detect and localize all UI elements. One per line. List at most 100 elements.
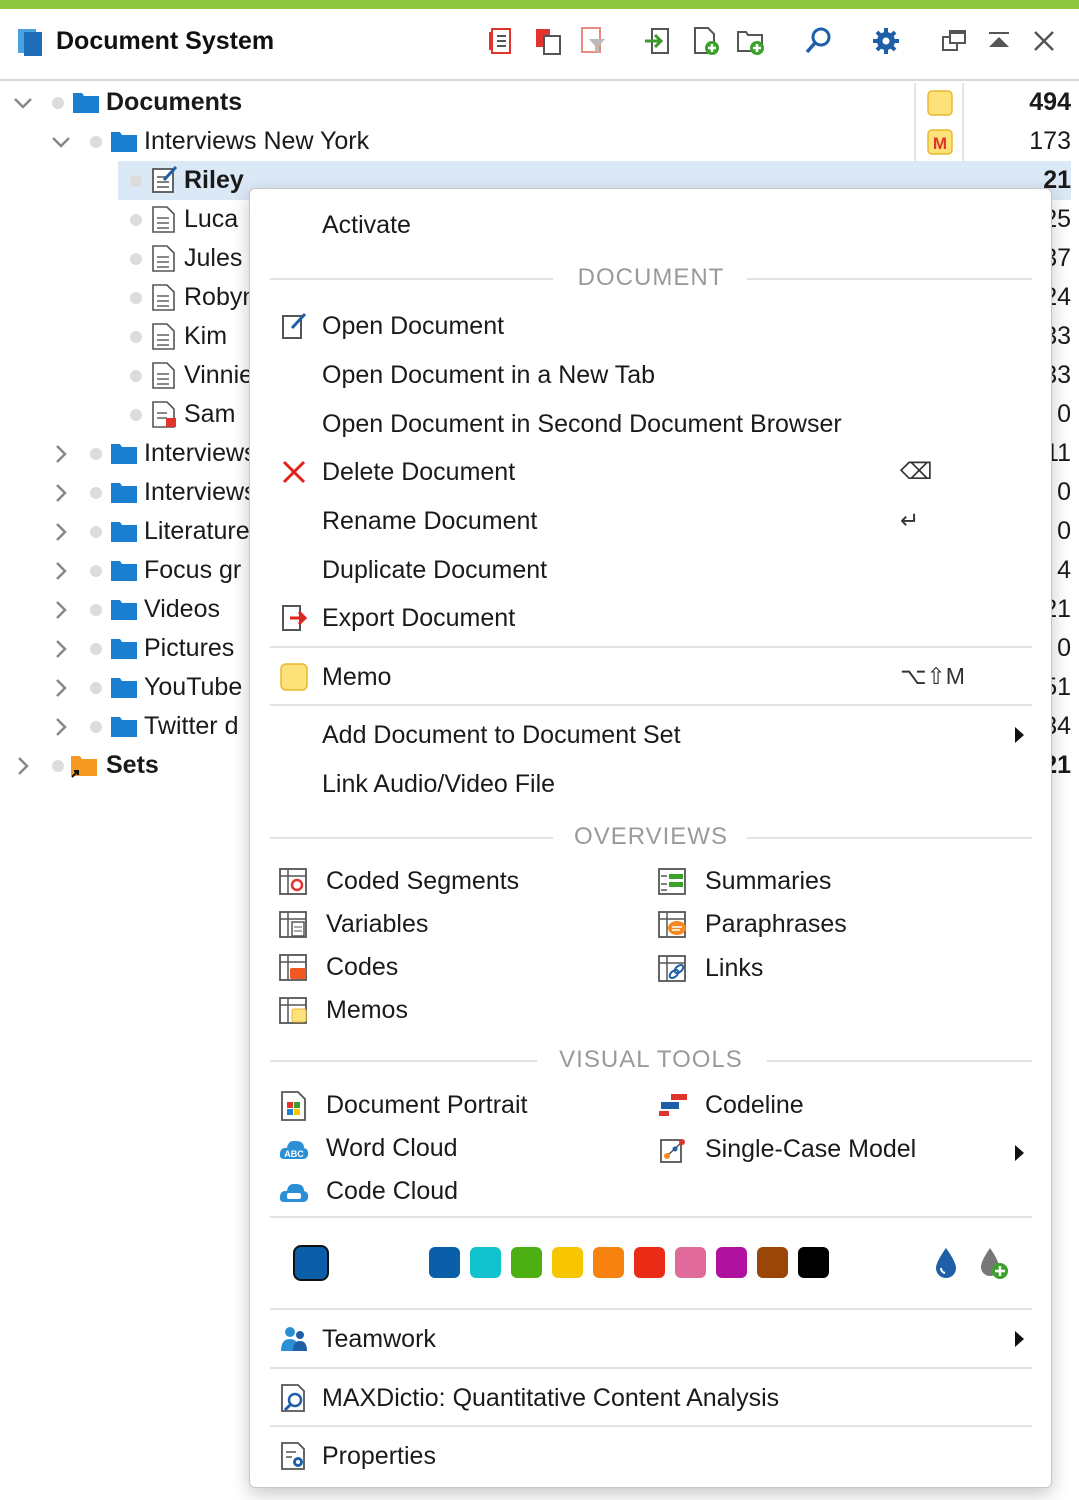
new-document-icon[interactable] <box>688 23 724 59</box>
chevron-right-icon[interactable] <box>50 560 72 582</box>
coded-count: 0 <box>1057 400 1071 428</box>
svg-text:ABC: ABC <box>284 1149 304 1159</box>
menu-item-properties[interactable]: Properties <box>250 1433 1053 1479</box>
menu-item-rename-document[interactable]: Rename Document ↵ <box>250 498 1053 544</box>
tree-label: Vinnie <box>184 361 254 389</box>
menu-item-open-second-browser[interactable]: Open Document in Second Document Browser <box>250 401 1053 447</box>
status-dot <box>90 721 102 733</box>
menu-item-activate[interactable]: Activate <box>250 202 1053 248</box>
collapse-icon[interactable] <box>981 23 1017 59</box>
document-icon <box>152 323 175 350</box>
close-icon[interactable] <box>1026 23 1062 59</box>
submenu-arrow-icon <box>1015 1331 1024 1347</box>
submenu-arrow-icon <box>1015 1145 1024 1161</box>
folder-icon <box>111 444 137 464</box>
new-folder-icon[interactable] <box>733 23 769 59</box>
coded-count: 0 <box>1057 478 1071 506</box>
menu-item-maxdictio[interactable]: MAXDictio: Quantitative Content Analysis <box>250 1375 1053 1421</box>
tree-label: Twitter d <box>144 712 239 740</box>
chevron-down-icon[interactable] <box>50 131 72 153</box>
coded-count: 0 <box>1057 634 1071 662</box>
teamwork-icon <box>281 1327 307 1351</box>
menu-item-label: Memo <box>322 663 392 691</box>
add-color-icon[interactable] <box>976 1246 1010 1280</box>
color-swatch[interactable] <box>552 1247 583 1278</box>
color-swatch[interactable] <box>634 1247 665 1278</box>
chevron-right-icon[interactable] <box>50 716 72 738</box>
menu-item-export-document[interactable]: Export Document <box>250 595 1053 641</box>
menu-item-label: Codes <box>326 953 399 981</box>
undock-icon[interactable] <box>936 23 972 59</box>
docs-list-icon[interactable] <box>484 23 520 59</box>
export-icon <box>282 605 308 631</box>
document-icon <box>152 245 175 272</box>
menu-item-memo[interactable]: Memo ⌥⇧M <box>250 654 1053 700</box>
menu-item-duplicate-document[interactable]: Duplicate Document <box>250 547 1053 593</box>
tree-row-documents[interactable]: Documents 494 <box>0 83 1079 122</box>
menu-item-open-new-tab[interactable]: Open Document in a New Tab <box>250 352 1053 398</box>
chevron-right-icon[interactable] <box>50 482 72 504</box>
status-dot <box>90 526 102 538</box>
chevron-down-icon[interactable] <box>12 92 34 114</box>
menu-separator <box>270 646 1032 648</box>
menu-item-teamwork[interactable]: Teamwork <box>250 1316 1053 1362</box>
tree-label: Interviews <box>144 439 257 467</box>
document-system-icon <box>18 29 42 56</box>
chevron-right-icon[interactable] <box>50 638 72 660</box>
filter-docs-icon[interactable] <box>575 23 611 59</box>
search-icon[interactable] <box>800 23 836 59</box>
memo-icon <box>280 663 308 691</box>
color-swatch[interactable] <box>593 1247 624 1278</box>
menu-item-label: Open Document <box>322 312 505 340</box>
menu-item-label: Properties <box>322 1442 436 1470</box>
copy-docs-icon[interactable] <box>530 23 566 59</box>
folder-icon <box>111 678 137 698</box>
settings-icon[interactable] <box>868 23 904 59</box>
folder-icon <box>111 600 137 620</box>
delete-x-icon <box>282 460 306 484</box>
tree-label: Literature <box>144 517 250 545</box>
memo-icon[interactable] <box>926 89 954 117</box>
color-swatch[interactable] <box>798 1247 829 1278</box>
status-dot <box>130 253 142 265</box>
single-case-model-icon <box>660 1139 685 1163</box>
color-swatch[interactable] <box>429 1247 460 1278</box>
chevron-right-icon[interactable] <box>50 677 72 699</box>
menu-item-delete-document[interactable]: Delete Document ⌫ <box>250 449 1053 495</box>
document-icon <box>152 206 175 233</box>
menu-item-label: Export Document <box>322 604 516 632</box>
status-dot <box>90 565 102 577</box>
section-title: VISUAL TOOLS <box>559 1046 743 1073</box>
status-dot <box>130 175 142 187</box>
chevron-right-icon[interactable] <box>50 443 72 465</box>
import-icon[interactable] <box>640 23 676 59</box>
open-document-icon <box>282 312 307 339</box>
folder-icon <box>111 561 137 581</box>
menu-item-label: Summaries <box>705 867 832 895</box>
chevron-right-icon[interactable] <box>50 521 72 543</box>
tree-label: Documents <box>106 88 243 116</box>
word-cloud-icon: ABC <box>279 1140 309 1159</box>
tree-label: Sets <box>106 751 159 779</box>
color-swatch[interactable] <box>675 1247 706 1278</box>
current-color-swatch[interactable] <box>293 1245 329 1281</box>
color-swatch[interactable] <box>757 1247 788 1278</box>
menu-item-open-document[interactable]: Open Document <box>250 303 1053 349</box>
color-swatch[interactable] <box>716 1247 747 1278</box>
section-header-visual-tools: VISUAL TOOLS <box>270 1046 1032 1076</box>
memo-m-icon[interactable]: M <box>926 128 954 156</box>
menu-item-link-av[interactable]: Link Audio/Video File <box>250 761 1053 807</box>
chevron-right-icon[interactable] <box>50 599 72 621</box>
tree-label: Robyn <box>184 283 257 311</box>
menu-item-add-to-set[interactable]: Add Document to Document Set <box>250 712 1053 758</box>
color-swatch[interactable] <box>511 1247 542 1278</box>
coded-count: 494 <box>1029 88 1071 116</box>
folder-icon <box>111 717 137 737</box>
coded-count: 0 <box>1057 517 1071 545</box>
color-swatch[interactable] <box>470 1247 501 1278</box>
color-picker-drop-icon[interactable] <box>930 1246 962 1280</box>
tree-row-interviews-new-york[interactable]: Interviews New York M 173 <box>0 122 1079 161</box>
status-dot <box>90 643 102 655</box>
chevron-right-icon[interactable] <box>12 755 34 777</box>
maxdictio-icon <box>281 1384 305 1412</box>
